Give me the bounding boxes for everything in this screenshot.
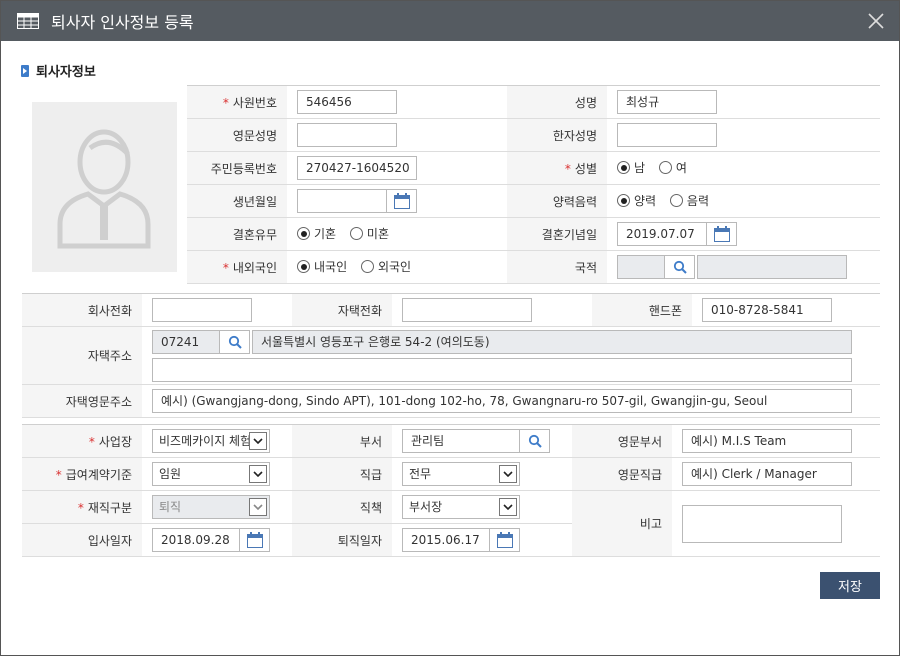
eng-grade-input[interactable]: 예시) Clerk / Manager [682,462,852,486]
title-bar: 퇴사자 인사정보 등록 [1,1,899,41]
dialog-title: 퇴사자 인사정보 등록 [51,13,194,32]
address1-input[interactable]: 서울특별시 영등포구 은행로 54-2 (여의도동) [252,329,852,354]
grade-label: 직급 [292,457,392,491]
person-placeholder-icon [57,129,151,249]
office-phone-input[interactable] [152,298,252,322]
join-date-input[interactable]: 2018.09.28 [152,528,240,552]
pay-basis-label: 급여계약기준 [22,457,142,491]
hanja-name-label: 한자성명 [507,118,607,152]
search-icon [528,434,542,448]
workplace-select[interactable]: 비즈메카이지 체험 [152,429,270,453]
position-select[interactable]: 부서장 [402,495,520,519]
gender-label: 성별 [507,151,607,185]
eng-name-label: 영문성명 [187,118,287,152]
office-phone-label: 회사전화 [22,293,142,327]
eng-grade-label: 영문직급 [572,457,672,491]
personal-info-table: 사원번호 546456 성명 최성규 영문성명 한자성명 주민등록번호 2704… [187,85,880,284]
mobile-label: 핸드폰 [592,293,692,327]
status-select[interactable]: 퇴직 [152,495,270,519]
solar-radio[interactable]: 양력 [617,192,656,209]
eng-dept-label: 영문부서 [572,424,672,458]
rrn-input[interactable]: 270427-1604520 [297,156,417,180]
chevron-down-icon [253,438,263,444]
anniversary-calendar-button[interactable] [707,222,737,246]
birth-label: 생년월일 [187,184,287,218]
photo-placeholder[interactable] [32,102,177,272]
single-radio[interactable]: 미혼 [349,225,389,242]
emp-no-input[interactable]: 546456 [297,90,397,114]
job-table: 사업장 비즈메카이지 체험 부서 관리팀 영문부서 예시) M.I.S Team… [22,424,880,557]
foreign-radio[interactable]: 외국인 [360,258,411,275]
calendar-icon [713,226,730,242]
calendar-icon [393,193,410,209]
chevron-down-icon [503,504,513,510]
name-input[interactable]: 최성규 [617,90,717,114]
workplace-label: 사업장 [22,424,142,458]
position-label: 직책 [292,490,392,524]
dept-label: 부서 [292,424,392,458]
birth-input[interactable] [297,189,387,213]
gender-female-radio[interactable]: 여 [658,159,687,176]
table-icon [17,13,39,29]
pay-basis-select[interactable]: 임원 [152,462,270,486]
home-phone-input[interactable] [402,298,532,322]
chevron-down-icon [503,471,513,477]
leave-date-label: 퇴직일자 [292,523,392,557]
country-label: 국적 [507,250,607,284]
hanja-name-input[interactable] [617,123,717,147]
section-marker-icon [21,64,29,77]
dept-input[interactable]: 관리팀 [402,429,520,453]
address-search-button[interactable] [220,329,250,354]
section-title: 퇴사자정보 [21,61,96,80]
chevron-down-icon [253,504,263,510]
close-icon[interactable] [865,10,887,32]
dept-search-button[interactable] [520,429,550,453]
emp-no-label: 사원번호 [187,85,287,119]
name-label: 성명 [507,85,607,119]
anniversary-input[interactable]: 2019.07.07 [617,222,707,246]
rrn-label: 주민등록번호 [187,151,287,185]
leave-date-calendar-button[interactable] [490,528,520,552]
status-label: 재직구분 [22,490,142,524]
calendar-icon [496,532,513,548]
save-button[interactable]: 저장 [820,572,880,599]
leave-date-input[interactable]: 2015.06.17 [402,528,490,552]
grade-select[interactable]: 전무 [402,462,520,486]
search-icon [228,335,242,349]
gender-male-radio[interactable]: 남 [617,159,645,176]
married-radio[interactable]: 기혼 [297,225,336,242]
eng-address-input[interactable]: 예시) (Gwangjang-dong, Sindo APT), 101-don… [152,389,852,413]
calendar-icon [246,532,263,548]
eng-address-label: 자택영문주소 [22,384,142,418]
contact-table: 회사전화 자택전화 핸드폰 010-8728-5841 자택주소 07241 서… [22,293,880,418]
retiree-dialog: 퇴사자 인사정보 등록 퇴사자정보 사원번호 546456 성명 최성규 [0,0,900,656]
home-phone-label: 자택전화 [292,293,392,327]
search-icon [673,260,687,274]
country-search-button[interactable] [665,255,695,279]
section-title-text: 퇴사자정보 [36,65,96,80]
eng-dept-input[interactable]: 예시) M.I.S Team [682,429,852,453]
note-input[interactable] [682,504,842,543]
lunar-radio[interactable]: 음력 [669,192,709,209]
note-label: 비고 [572,490,672,557]
country-code-input[interactable] [617,255,665,279]
mobile-input[interactable]: 010-8728-5841 [702,298,832,322]
calendar-type-label: 양력음력 [507,184,607,218]
anniversary-label: 결혼기념일 [507,217,607,251]
join-date-label: 입사일자 [22,523,142,557]
country-name-input[interactable] [697,255,847,279]
domestic-radio[interactable]: 내국인 [297,258,347,275]
join-date-calendar-button[interactable] [240,528,270,552]
birth-calendar-button[interactable] [387,189,417,213]
address-label: 자택주소 [22,326,142,385]
nationality-type-label: 내외국인 [187,250,287,284]
chevron-down-icon [253,471,263,477]
marital-label: 결혼유무 [187,217,287,251]
eng-name-input[interactable] [297,123,397,147]
zipcode-input[interactable]: 07241 [152,329,220,354]
address2-input[interactable] [152,357,852,382]
